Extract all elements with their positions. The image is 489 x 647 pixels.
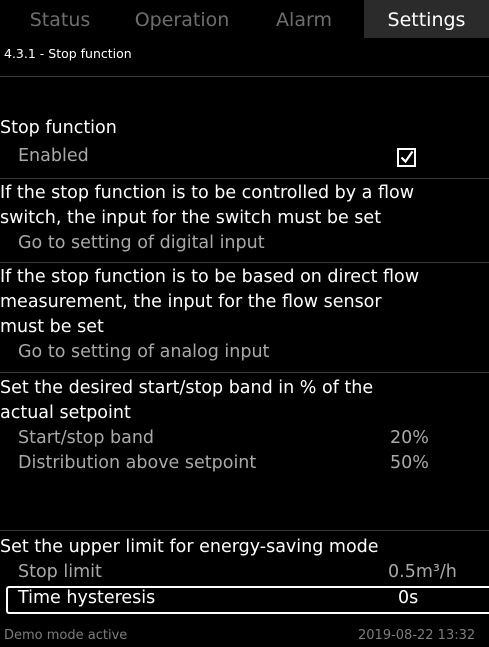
analog-input-link[interactable]: Go to setting of analog input: [18, 342, 269, 362]
flow-switch-text-2: switch, the input for the switch must be…: [0, 208, 382, 228]
enabled-label: Enabled: [18, 146, 89, 166]
tab-operation[interactable]: Operation: [120, 0, 244, 38]
tab-alarm[interactable]: Alarm: [244, 0, 364, 38]
divider: [0, 178, 489, 179]
flow-switch-text-1: If the stop function is to be controlled…: [0, 183, 415, 203]
divider: [0, 262, 489, 263]
stop-function-heading: Stop function: [0, 118, 117, 138]
distribution-value[interactable]: 50%: [390, 453, 429, 473]
start-stop-band-label[interactable]: Start/stop band: [18, 428, 154, 448]
band-text-1: Set the desired start/stop band in % of …: [0, 378, 374, 398]
demo-mode-status: Demo mode active: [4, 628, 128, 643]
start-stop-band-value[interactable]: 20%: [390, 428, 429, 448]
divider: [0, 76, 489, 77]
datetime: 2019-08-22 13:32: [358, 628, 476, 643]
flow-sensor-text-2: measurement, the input for the flow sens…: [0, 292, 382, 312]
enabled-checkbox[interactable]: [397, 148, 416, 167]
breadcrumb: 4.3.1 - Stop function: [4, 46, 132, 61]
band-text-2: actual setpoint: [0, 403, 131, 423]
stop-limit-label[interactable]: Stop limit: [18, 562, 102, 582]
tab-status[interactable]: Status: [0, 0, 120, 38]
time-hysteresis-value[interactable]: 0s: [398, 588, 418, 608]
stop-limit-value[interactable]: 0.5m³/h: [388, 562, 457, 582]
divider: [0, 372, 489, 373]
tab-bar: Status Operation Alarm Settings: [0, 0, 489, 38]
distribution-label[interactable]: Distribution above setpoint: [18, 453, 256, 473]
divider: [0, 530, 489, 531]
checkmark-icon: [400, 150, 414, 164]
digital-input-link[interactable]: Go to setting of digital input: [18, 233, 265, 253]
energy-text: Set the upper limit for energy-saving mo…: [0, 537, 379, 557]
flow-sensor-text-3: must be set: [0, 317, 104, 337]
time-hysteresis-label[interactable]: Time hysteresis: [18, 588, 155, 608]
tab-settings[interactable]: Settings: [364, 0, 489, 38]
flow-sensor-text-1: If the stop function is to be based on d…: [0, 267, 420, 287]
